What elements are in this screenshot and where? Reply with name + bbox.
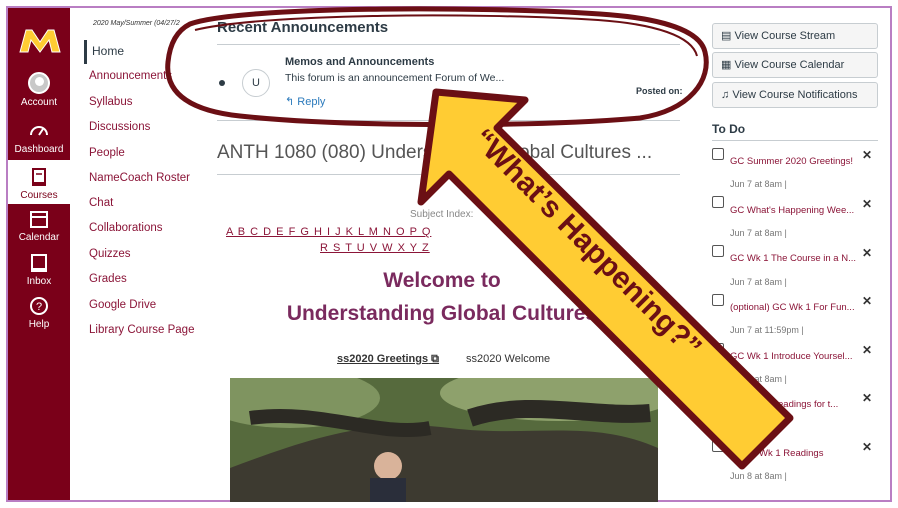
assignment-icon [712,440,724,452]
nav-label: Courses [20,190,58,201]
course-nav-discussions[interactable]: Discussions [89,121,150,133]
todo-item-date: Jun 7 at 8am | [730,277,787,287]
photo-scene [230,378,658,502]
inbox-icon [31,254,47,272]
view-course-notifications-button[interactable]: ♫ View Course Notifications [712,82,878,108]
course-nav-announcements[interactable]: Announcements [89,70,172,82]
nav-label: Inbox [26,276,52,287]
assignment-icon [712,148,724,160]
unread-dot [219,80,225,86]
todo-item-title[interactable]: (optional) GC Wk 1 For Fun... [730,302,855,313]
course-nav-chat[interactable]: Chat [89,197,113,209]
todo-item-date: Jun 7 at 8am | [730,228,787,238]
view-course-stream-button[interactable]: ▤ View Course Stream [712,23,878,49]
button-label: View Course Calendar [734,59,845,71]
divider [217,44,680,45]
greetings-link[interactable]: ss2020 Greetings ⧉ [337,353,439,366]
global-nav: Account Dashboard Courses Calendar Inbox… [8,8,70,500]
announcement-preview: This forum is an announcement Forum of W… [285,72,505,84]
nav-calendar[interactable]: Calendar [8,208,70,243]
course-nav-library[interactable]: Library Course Page [89,324,194,336]
welcome-line-2: Understanding Global Cultures [286,302,598,325]
nav-help[interactable]: ? Help [8,295,70,330]
todo-item-title[interactable]: GC Wk 1 The Course in a N... [730,253,856,264]
welcome-link[interactable]: ss2020 Welcome [466,353,550,365]
author-avatar: U [242,69,270,97]
posted-on-label: Posted on: [636,86,683,96]
dashboard-icon [30,126,48,136]
term-label: 2020 May/Summer (04/27/2 [93,20,180,27]
course-nav-google-drive[interactable]: Google Drive [89,299,156,311]
reply-link[interactable]: ↰ Reply [285,95,325,108]
nav-dashboard[interactable]: Dashboard [8,120,70,155]
todo-item-date: Jun 8 at 8am | [730,374,787,384]
dismiss-icon[interactable]: ✕ [862,148,872,162]
divider [712,140,878,141]
todo-item-title[interactable]: GC Wk 1 Introduce Yoursel... [730,351,853,362]
svg-text:?: ? [36,301,42,313]
todo-item-date: Jun 7 at 11:59pm | [730,325,804,335]
assignment-icon [712,391,724,403]
assignment-icon [712,196,724,208]
course-nav-namecoach[interactable]: NameCoach Roster [89,172,190,184]
help-icon: ? [30,297,48,315]
dismiss-icon[interactable]: ✕ [862,440,872,454]
nav-account[interactable]: Account [8,72,70,108]
nav-label: Dashboard [14,144,64,155]
university-logo[interactable] [18,28,62,54]
todo-item-title[interactable]: GC What's Happening Wee... [730,205,854,216]
dismiss-icon[interactable]: ✕ [862,246,872,260]
view-course-calendar-button[interactable]: ▦ View Course Calendar [712,52,878,78]
course-nav-quizzes[interactable]: Quizzes [89,248,131,260]
course-nav-syllabus[interactable]: Syllabus [89,96,132,108]
announcement-title[interactable]: Memos and Announcements [285,56,434,68]
assignment-icon [712,343,724,355]
nav-courses[interactable]: Courses [8,160,70,204]
calendar-icon: ▦ [721,59,735,71]
course-nav-home[interactable]: Home [84,40,204,64]
todo-heading: To Do [712,122,746,136]
instructor-photo [230,378,658,502]
subject-index-row-2[interactable]: R S T U V W X Y Z [320,242,430,254]
assignment-icon [712,294,724,306]
courses-icon [32,168,46,186]
course-nav-grades[interactable]: Grades [89,273,127,285]
nav-label: Help [28,319,50,330]
calendar-icon [30,211,48,228]
dismiss-icon[interactable]: ✕ [862,197,872,211]
course-title: ANTH 1080 (080) Understanding Global Cul… [217,142,653,163]
todo-item-title[interactable]: GC Wk 1 Readings for t... [730,399,838,410]
todo-item-date: Jun 7 at 8am | [730,179,787,189]
divider [217,120,680,121]
subject-index-label: Subject Index: [410,209,474,220]
dismiss-icon[interactable]: ✕ [862,294,872,308]
welcome-line-1: Welcome to [383,269,501,292]
nav-label: Calendar [18,232,60,243]
greetings-label: ss2020 Greetings [337,353,429,365]
dismiss-icon[interactable]: ✕ [862,343,872,357]
nav-inbox[interactable]: Inbox [8,252,70,287]
account-icon [28,72,50,94]
button-label: View Course Notifications [732,89,858,101]
reply-label: Reply [297,96,326,108]
reply-icon: ↰ [285,96,298,108]
nav-label: Account [20,97,58,108]
stream-icon: ▤ [721,30,735,42]
recent-announcements-heading: Recent Announcements [217,19,389,36]
external-link-icon: ⧉ [428,353,440,365]
bell-icon: ♫ [721,89,733,101]
course-nav-collaborations[interactable]: Collaborations [89,222,163,234]
button-label: View Course Stream [734,30,836,42]
todo-item-title[interactable]: ss GC Wk 1 Readings [730,448,823,459]
course-nav-people[interactable]: People [89,147,125,159]
dismiss-icon[interactable]: ✕ [862,391,872,405]
divider [217,174,680,175]
assignment-icon [712,245,724,257]
todo-item-date: Jun 8 at 8am | [730,471,787,481]
todo-item-title[interactable]: GC Summer 2020 Greetings! [730,156,853,167]
subject-index-row-1[interactable]: A B C D E F G H I J K L M N O P Q [226,226,431,238]
